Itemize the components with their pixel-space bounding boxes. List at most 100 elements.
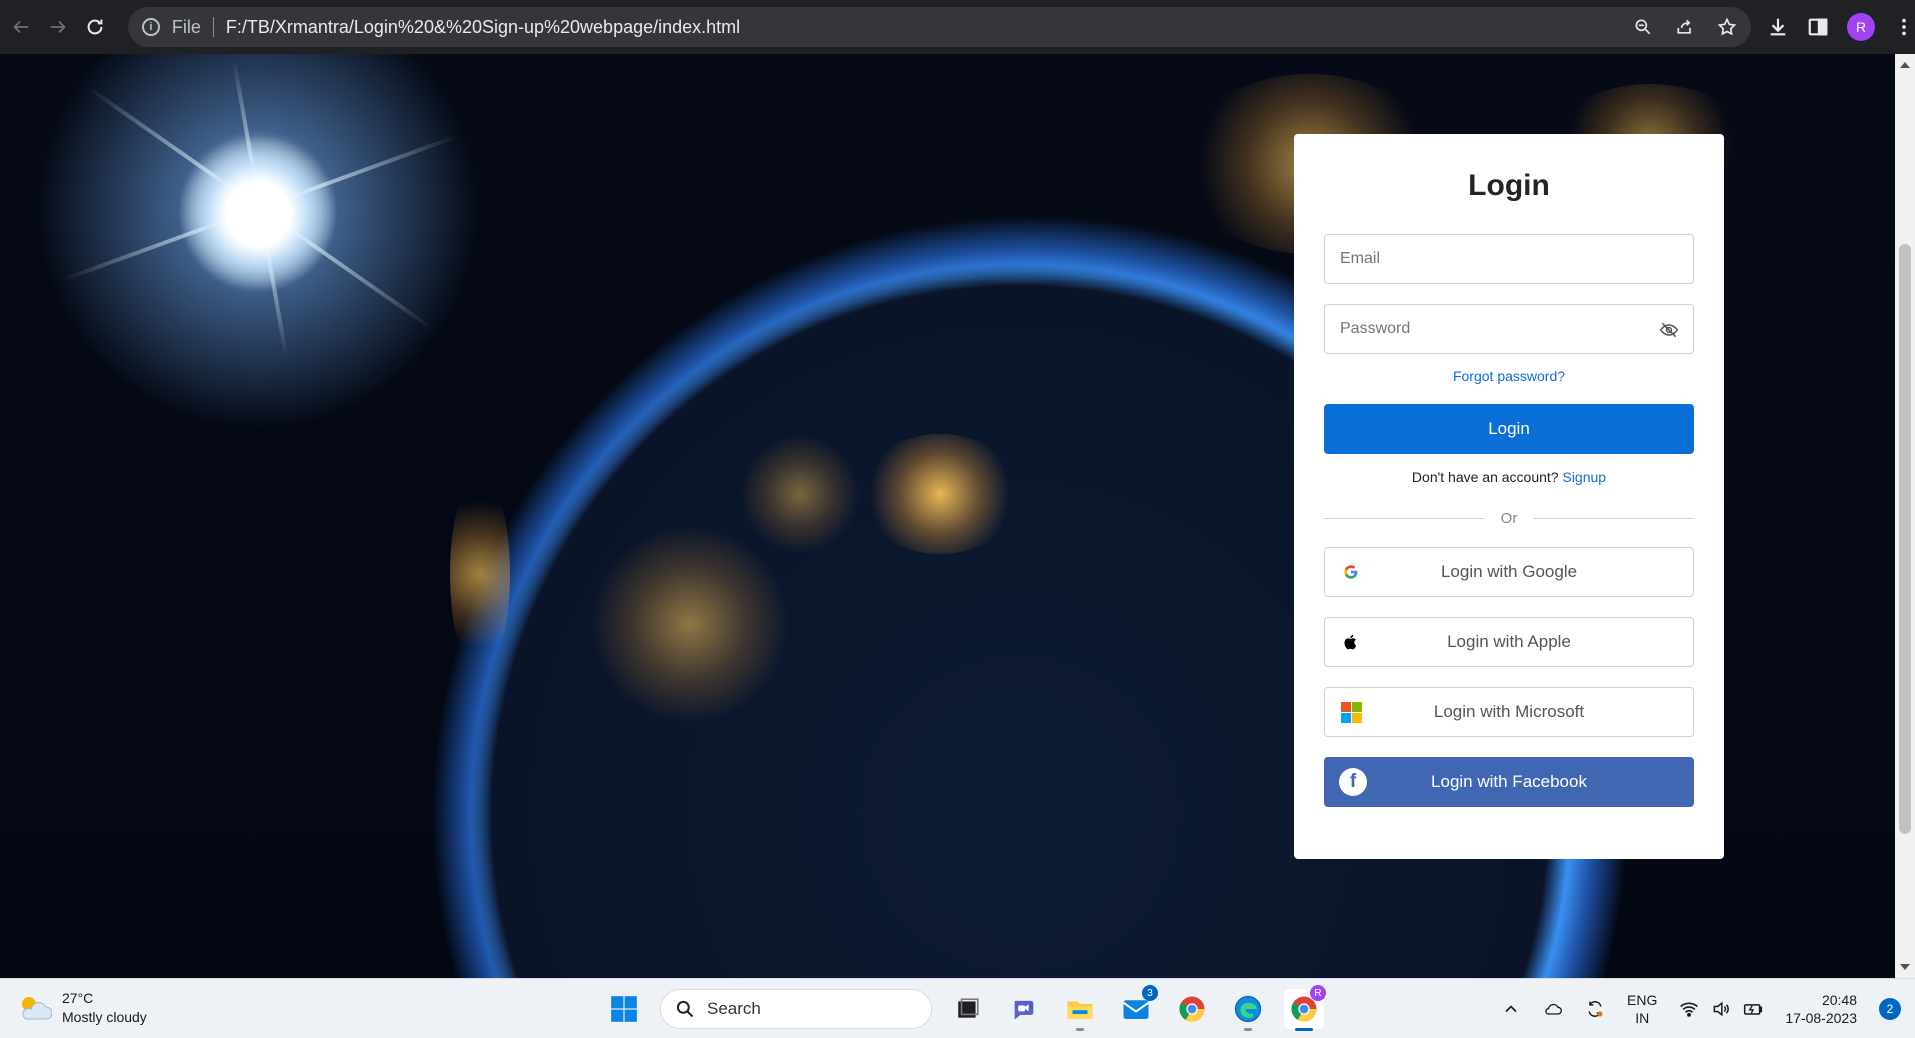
- windows-logo-icon: [611, 996, 637, 1022]
- chrome-profile-badge: R: [1310, 985, 1326, 1001]
- city-lights: [740, 434, 860, 554]
- login-apple-button[interactable]: Login with Apple: [1324, 617, 1694, 667]
- info-icon[interactable]: i: [141, 18, 160, 36]
- share-icon[interactable]: [1675, 17, 1695, 37]
- task-view-icon: [958, 998, 979, 1018]
- download-icon[interactable]: [1767, 16, 1789, 38]
- login-title: Login: [1468, 169, 1550, 202]
- page-background-earth: Login Forgot password? Login Don't have …: [0, 54, 1895, 978]
- url-separator: [212, 17, 214, 37]
- mail-button[interactable]: 3: [1116, 985, 1158, 1029]
- microsoft-button-label: Login with Microsoft: [1433, 702, 1585, 721]
- clock[interactable]: 20:48 17-08-2023: [1785, 991, 1857, 1027]
- email-input[interactable]: [1340, 250, 1678, 268]
- facebook-button-label: Login with Facebook: [1431, 772, 1587, 791]
- notification-count-badge[interactable]: 2: [1879, 998, 1901, 1020]
- chrome-icon: [1179, 996, 1205, 1022]
- more-menu-icon[interactable]: [1893, 16, 1915, 38]
- teams-chat-button[interactable]: [1004, 989, 1044, 1029]
- city-lights: [590, 524, 790, 724]
- weather-widget[interactable]: 27°C Mostly cloudy: [16, 989, 147, 1027]
- login-google-button[interactable]: Login with Google: [1324, 547, 1694, 597]
- url-text[interactable]: F:/TB/Xrmantra/Login%20&%20Sign-up%20web…: [226, 17, 740, 38]
- chat-icon: [1014, 1000, 1034, 1020]
- reload-icon: [87, 19, 103, 35]
- divider-line: [1324, 518, 1485, 519]
- sun-glow: [178, 134, 338, 294]
- quick-settings[interactable]: [1679, 999, 1763, 1019]
- forgot-password-link[interactable]: Forgot password?: [1324, 368, 1694, 384]
- active-indicator: [1295, 1028, 1313, 1031]
- login-microsoft-button[interactable]: Login with Microsoft: [1324, 687, 1694, 737]
- running-indicator: [1244, 1028, 1252, 1031]
- divider-text: Or: [1500, 510, 1518, 527]
- profile-avatar[interactable]: R: [1847, 13, 1876, 41]
- language-indicator[interactable]: ENG IN: [1627, 991, 1657, 1027]
- task-view-button[interactable]: [948, 989, 988, 1029]
- zoom-icon[interactable]: [1633, 17, 1653, 37]
- signup-prompt: Don't have an account? Signup: [1324, 469, 1694, 485]
- start-button[interactable]: [604, 989, 644, 1029]
- wifi-icon: [1680, 1002, 1699, 1017]
- sync-icon[interactable]: [1585, 999, 1605, 1019]
- clock-date: 17-08-2023: [1785, 1010, 1857, 1026]
- password-input[interactable]: [1340, 320, 1678, 338]
- arrow-right-icon: [50, 20, 66, 34]
- weather-description: Mostly cloudy: [62, 1009, 147, 1025]
- scroll-down-icon[interactable]: [1900, 964, 1910, 970]
- running-indicator: [1076, 1028, 1084, 1031]
- password-field[interactable]: [1324, 304, 1694, 354]
- weather-temperature: 27°C: [62, 990, 94, 1006]
- apple-button-label: Login with Apple: [1447, 632, 1571, 651]
- volume-icon: [1713, 1001, 1730, 1017]
- scrollbar-thumb[interactable]: [1899, 244, 1911, 834]
- chrome-button[interactable]: [1172, 989, 1212, 1029]
- mail-badge: 3: [1142, 985, 1158, 1001]
- taskbar-apps: Search 3 R: [604, 985, 1326, 1031]
- partly-cloudy-icon: [16, 993, 53, 1023]
- taskbar-search[interactable]: Search: [660, 989, 932, 1029]
- or-divider: Or: [1324, 510, 1695, 527]
- folder-icon: [1067, 1001, 1093, 1019]
- no-account-text: Don't have an account?: [1411, 469, 1559, 485]
- chevron-up-icon[interactable]: [1501, 999, 1521, 1019]
- chrome-profile-button[interactable]: R: [1284, 985, 1326, 1031]
- toolbar-actions: R: [1767, 13, 1915, 41]
- google-icon: [1341, 562, 1361, 582]
- bookmark-star-icon[interactable]: [1717, 17, 1737, 37]
- edge-icon: [1234, 995, 1262, 1023]
- eye-slash-icon[interactable]: [1659, 320, 1679, 340]
- divider-line: [1533, 518, 1695, 519]
- language-code: ENG: [1627, 992, 1658, 1008]
- battery-charging-icon: [1744, 1004, 1763, 1015]
- back-button[interactable]: [2, 7, 39, 47]
- forward-button[interactable]: [39, 7, 76, 47]
- google-button-label: Login with Google: [1440, 562, 1578, 581]
- login-card: Login Forgot password? Login Don't have …: [1294, 134, 1724, 859]
- signup-link[interactable]: Signup: [1562, 469, 1606, 485]
- login-facebook-button[interactable]: f Login with Facebook: [1324, 757, 1694, 807]
- scroll-up-icon[interactable]: [1900, 62, 1910, 68]
- browser-toolbar: i File F:/TB/Xrmantra/Login%20&%20Sign-u…: [0, 0, 1915, 54]
- arrow-left-icon: [12, 20, 28, 34]
- system-tray: ENG IN 20:48 17-08-2023 2: [1501, 979, 1901, 1038]
- side-panel-icon[interactable]: [1807, 16, 1829, 38]
- email-field[interactable]: [1324, 234, 1694, 284]
- city-lights: [450, 474, 510, 674]
- apple-icon: [1341, 632, 1361, 652]
- search-icon: [676, 1000, 694, 1018]
- city-lights: [860, 434, 1020, 554]
- address-bar[interactable]: i File F:/TB/Xrmantra/Login%20&%20Sign-u…: [127, 7, 1752, 47]
- reload-button[interactable]: [77, 7, 114, 47]
- microsoft-icon: [1340, 701, 1362, 723]
- file-explorer-button[interactable]: [1060, 989, 1100, 1031]
- onedrive-cloud-icon[interactable]: [1543, 999, 1563, 1019]
- search-label: Search: [707, 999, 761, 1018]
- login-button[interactable]: Login: [1324, 404, 1694, 454]
- region-code: IN: [1635, 1010, 1650, 1026]
- facebook-icon: f: [1339, 768, 1367, 796]
- url-scheme-label: File: [171, 16, 201, 37]
- edge-button[interactable]: [1228, 989, 1268, 1031]
- page-scrollbar[interactable]: [1895, 54, 1915, 978]
- address-bar-actions: [1633, 7, 1737, 47]
